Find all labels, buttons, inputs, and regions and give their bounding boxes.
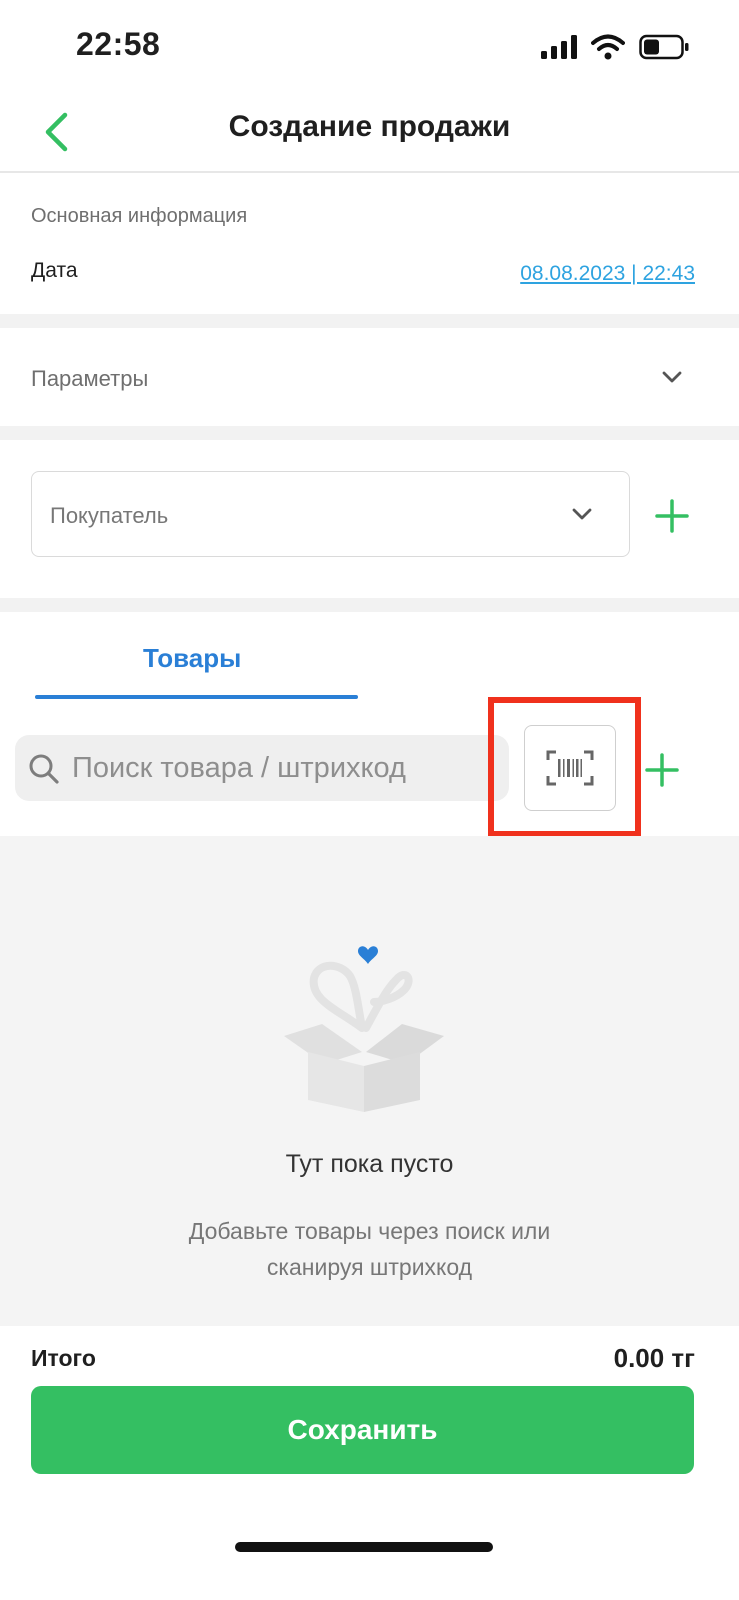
add-buyer-plus-icon[interactable] — [654, 498, 690, 534]
nav-divider — [0, 171, 739, 173]
chevron-down-icon — [572, 508, 592, 520]
tab-active-indicator — [35, 695, 358, 699]
empty-state-description: Добавьте товары через поиск или сканируя… — [0, 1213, 739, 1285]
date-label: Дата — [31, 259, 78, 282]
status-time: 22:58 — [76, 26, 161, 62]
tab-goods[interactable]: Товары — [143, 643, 241, 674]
empty-state-title: Тут пока пусто — [285, 1150, 454, 1178]
buyer-placeholder: Покупатель — [50, 503, 169, 528]
total-label: Итого — [31, 1345, 96, 1371]
empty-state-desc-line1: Добавьте товары через поиск или — [188, 1218, 551, 1244]
chevron-down-icon — [662, 371, 682, 383]
empty-state-desc-line2: сканируя штрихкод — [266, 1254, 473, 1280]
params-label: Параметры — [31, 366, 149, 391]
search-placeholder: Поиск товара / штрихкод — [72, 752, 406, 784]
section-gap — [0, 314, 739, 328]
empty-box-illustration — [284, 946, 444, 1112]
section-gap — [0, 426, 739, 440]
date-picker-link[interactable]: 08.08.2023 | 22:43 — [520, 262, 695, 286]
status-icons — [541, 34, 689, 60]
search-icon — [29, 754, 59, 784]
total-value: 0.00 тг — [613, 1343, 695, 1373]
save-button[interactable]: Сохранить — [31, 1386, 694, 1474]
highlight-box — [488, 697, 641, 837]
section-gap — [0, 598, 739, 612]
page-title: Создание продажи — [228, 110, 511, 143]
home-indicator — [235, 1542, 493, 1552]
wifi-icon — [591, 34, 625, 60]
signal-icon — [541, 35, 577, 59]
battery-icon — [639, 34, 689, 60]
add-product-plus-icon[interactable] — [644, 752, 680, 788]
main-info-section-label: Основная информация — [31, 205, 248, 227]
